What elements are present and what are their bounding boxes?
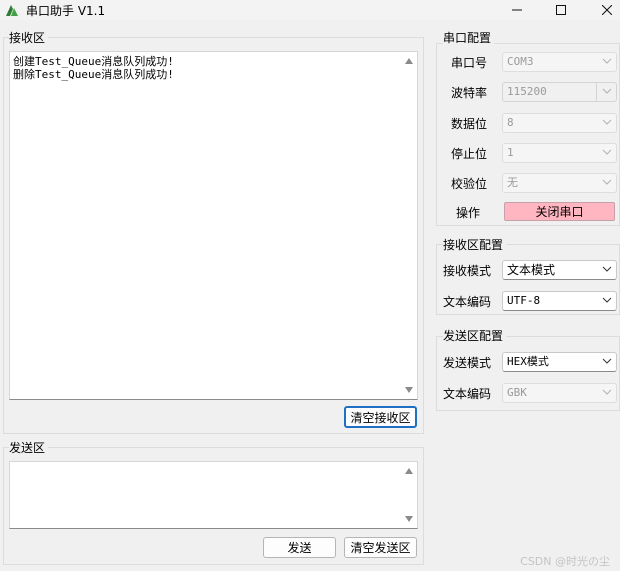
stop-bits-combo[interactable]: 1	[502, 143, 617, 163]
combo-divider	[596, 83, 597, 101]
chevron-down-icon	[602, 86, 612, 96]
receive-mode-combo[interactable]: 文本模式	[502, 260, 617, 280]
chevron-down-icon	[602, 177, 612, 187]
receive-config-title: 接收区配置	[443, 236, 507, 253]
chevron-down-icon	[602, 147, 612, 157]
scroll-down-icon[interactable]	[405, 387, 413, 393]
close-icon	[602, 5, 612, 15]
data-bits-combo[interactable]: 8	[502, 113, 617, 133]
port-label: 串口号	[451, 56, 488, 70]
receive-mode-value: 文本模式	[507, 263, 556, 277]
stop-bits-label: 停止位	[451, 147, 488, 161]
send-button[interactable]: 发送	[263, 537, 336, 558]
data-bits-value: 8	[507, 116, 514, 129]
receive-line: 创建Test_Queue消息队列成功!	[13, 55, 174, 68]
operation-label: 操作	[456, 206, 481, 220]
baud-label: 波特率	[451, 86, 488, 100]
serial-config-title: 串口配置	[443, 29, 495, 46]
receive-area-title: 接收区	[9, 29, 49, 46]
minimize-icon	[512, 9, 522, 11]
receive-encoding-combo[interactable]: UTF-8	[502, 291, 617, 311]
chevron-down-icon	[602, 387, 612, 397]
send-mode-value: HEX模式	[507, 355, 549, 368]
clear-receive-button[interactable]: 清空接收区	[344, 406, 417, 428]
scroll-up-icon[interactable]	[405, 468, 413, 474]
parity-combo[interactable]: 无	[502, 173, 617, 193]
close-port-button[interactable]: 关闭串口	[504, 202, 615, 221]
send-area-title: 发送区	[9, 439, 49, 456]
send-scrollbar[interactable]	[400, 462, 417, 528]
chevron-down-icon	[602, 356, 612, 366]
receive-mode-label: 接收模式	[443, 264, 492, 278]
send-encoding-combo[interactable]: GBK	[502, 383, 617, 403]
receive-encoding-label: 文本编码	[443, 295, 492, 309]
port-value: COM3	[507, 55, 534, 68]
chevron-down-icon	[602, 295, 612, 305]
scroll-up-icon[interactable]	[405, 58, 413, 64]
receive-text: 创建Test_Queue消息队列成功! 删除Test_Queue消息队列成功!	[13, 55, 174, 81]
clear-send-button[interactable]: 清空发送区	[344, 537, 417, 558]
window-title: 串口助手 V1.1	[26, 4, 106, 18]
parity-label: 校验位	[451, 177, 488, 191]
scroll-down-icon[interactable]	[405, 516, 413, 522]
chevron-down-icon	[602, 117, 612, 127]
title-bar: 串口助手 V1.1	[0, 0, 620, 20]
receive-line: 删除Test_Queue消息队列成功!	[13, 68, 174, 81]
minimize-button[interactable]	[494, 0, 540, 20]
send-mode-combo[interactable]: HEX模式	[502, 352, 617, 372]
chevron-down-icon	[602, 56, 612, 66]
send-textarea[interactable]	[9, 461, 418, 529]
app-leaf-icon	[6, 5, 18, 16]
chevron-down-icon	[602, 264, 612, 274]
receive-textarea[interactable]: 创建Test_Queue消息队列成功! 删除Test_Queue消息队列成功!	[9, 51, 418, 400]
maximize-icon	[556, 5, 566, 15]
close-button[interactable]	[584, 0, 620, 20]
watermark: CSDN @时光の尘	[520, 555, 610, 568]
stop-bits-value: 1	[507, 146, 514, 159]
maximize-button[interactable]	[538, 0, 584, 20]
send-encoding-value: GBK	[507, 386, 527, 399]
data-bits-label: 数据位	[451, 117, 488, 131]
send-encoding-label: 文本编码	[443, 387, 492, 401]
port-combo[interactable]: COM3	[502, 52, 617, 72]
baud-combo[interactable]: 115200	[502, 82, 617, 102]
receive-encoding-value: UTF-8	[507, 294, 541, 307]
receive-scrollbar[interactable]	[400, 52, 417, 399]
parity-value: 无	[507, 176, 518, 189]
send-config-title: 发送区配置	[443, 327, 507, 344]
send-mode-label: 发送模式	[443, 356, 492, 370]
baud-value: 115200	[507, 85, 547, 98]
